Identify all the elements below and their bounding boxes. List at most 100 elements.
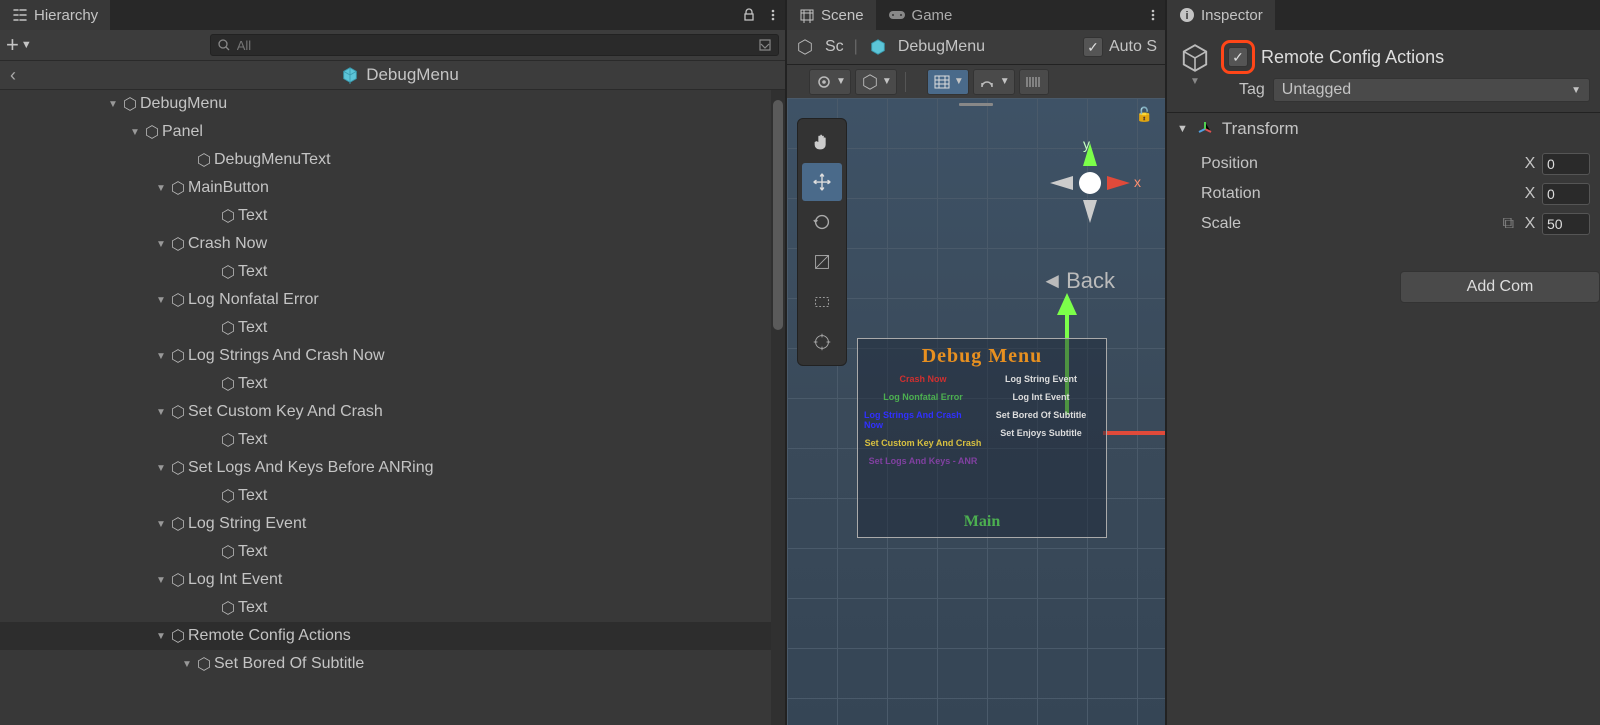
tree-label: MainButton	[188, 179, 269, 197]
game-tab-label: Game	[912, 7, 953, 24]
resize-handle-icon[interactable]	[959, 103, 993, 106]
auto-save-toggle[interactable]: ✓ Auto S	[1083, 37, 1157, 57]
scrollbar-thumb[interactable]	[773, 100, 783, 330]
debug-item[interactable]: Log Nonfatal Error	[883, 392, 963, 402]
scene-tab[interactable]: Scene	[787, 0, 876, 30]
expand-arrow-icon[interactable]	[154, 295, 168, 306]
menu-icon[interactable]	[761, 3, 785, 27]
tree-row[interactable]: Log Nonfatal Error	[0, 286, 785, 314]
expand-arrow-icon[interactable]	[154, 239, 168, 250]
tree-row[interactable]: Log String Event	[0, 510, 785, 538]
tree-row[interactable]: Panel	[0, 118, 785, 146]
hand-tool[interactable]	[802, 123, 842, 161]
tree-row[interactable]: Set Bored Of Subtitle	[0, 650, 785, 678]
rotate-tool[interactable]	[802, 203, 842, 241]
tree-row[interactable]: Text	[0, 370, 785, 398]
back-icon[interactable]: ‹	[10, 65, 16, 86]
dropdown-arrow-icon[interactable]: ▼	[1190, 76, 1200, 87]
lock-icon[interactable]: 🔓	[1136, 106, 1153, 123]
back-button[interactable]: ◄ Back	[1041, 268, 1115, 294]
dropdown-arrow-icon: ▼	[21, 39, 32, 51]
draw-mode-dropdown[interactable]: ▼	[809, 69, 851, 95]
tree-row[interactable]: Text	[0, 594, 785, 622]
scene-viewport[interactable]: 🔓 y x ◄ Back Debug	[787, 98, 1165, 725]
tree-label: Log Nonfatal Error	[188, 291, 319, 309]
tree-row[interactable]: Set Custom Key And Crash	[0, 398, 785, 426]
debug-main-button[interactable]: Main	[858, 513, 1106, 531]
tree-row[interactable]: Text	[0, 538, 785, 566]
transform-tool[interactable]	[802, 323, 842, 361]
orientation-gizmo[interactable]: y x	[1045, 138, 1135, 228]
expand-arrow-icon[interactable]	[180, 659, 194, 670]
tree-row[interactable]: DebugMenu	[0, 90, 785, 118]
expand-arrow-icon[interactable]	[154, 351, 168, 362]
tree-row[interactable]: MainButton	[0, 174, 785, 202]
hierarchy-tab[interactable]: Hierarchy	[0, 0, 110, 30]
debug-item[interactable]: Log String Event	[1005, 374, 1077, 384]
gameobject-name[interactable]: Remote Config Actions	[1261, 47, 1444, 68]
component-title: Transform	[1222, 119, 1299, 139]
debug-item[interactable]: Set Bored Of Subtitle	[996, 410, 1087, 420]
tree-row[interactable]: Set Logs And Keys Before ANRing	[0, 454, 785, 482]
cube-icon	[340, 65, 360, 85]
right-axis-line	[1103, 431, 1165, 435]
debug-item[interactable]: Log Strings And Crash Now	[864, 410, 982, 430]
expand-arrow-icon[interactable]	[154, 183, 168, 194]
tree-row[interactable]: Text	[0, 426, 785, 454]
debug-item[interactable]: Log Int Event	[1013, 392, 1070, 402]
search-input[interactable]	[237, 38, 752, 53]
expand-arrow-icon[interactable]	[154, 631, 168, 642]
menu-icon[interactable]	[1141, 3, 1165, 27]
grid-toggle[interactable]: ▼	[927, 69, 969, 95]
game-tab[interactable]: Game	[876, 0, 965, 30]
tag-value: Untagged	[1282, 81, 1351, 99]
tree-row[interactable]: Log Int Event	[0, 566, 785, 594]
misc-tool[interactable]	[1019, 69, 1049, 95]
tree-label: Crash Now	[188, 235, 267, 253]
hierarchy-search[interactable]	[210, 34, 779, 56]
tree-row[interactable]: Log Strings And Crash Now	[0, 342, 785, 370]
breadcrumb-item[interactable]: DebugMenu	[24, 65, 775, 85]
expand-arrow-icon[interactable]: ▼	[1177, 123, 1188, 135]
tree-row[interactable]: DebugMenuText	[0, 146, 785, 174]
tree-row[interactable]: Text	[0, 482, 785, 510]
snap-toggle[interactable]: ▼	[973, 69, 1015, 95]
tree-row[interactable]: Text	[0, 258, 785, 286]
tree-label: Text	[238, 487, 267, 505]
scale-tool[interactable]	[802, 243, 842, 281]
debug-item[interactable]: Set Custom Key And Crash	[865, 438, 982, 448]
render-mode-dropdown[interactable]: ▼	[855, 69, 897, 95]
component-header[interactable]: ▼ Transform	[1167, 113, 1600, 145]
expand-arrow-icon[interactable]	[106, 99, 120, 110]
rect-tool[interactable]	[802, 283, 842, 321]
lock-icon[interactable]	[737, 3, 761, 27]
tree-row[interactable]: Remote Config Actions	[0, 622, 785, 650]
scale-x-input[interactable]	[1542, 213, 1590, 235]
expand-arrow-icon[interactable]	[154, 575, 168, 586]
expand-arrow-icon[interactable]	[154, 519, 168, 530]
tree-row[interactable]: Crash Now	[0, 230, 785, 258]
expand-icon[interactable]	[758, 38, 772, 52]
position-x-input[interactable]	[1542, 153, 1590, 175]
inspector-tab[interactable]: i Inspector	[1167, 0, 1275, 30]
rotation-field: Rotation X	[1177, 179, 1590, 209]
scrollbar[interactable]	[771, 90, 785, 725]
expand-arrow-icon[interactable]	[154, 407, 168, 418]
breadcrumb: ‹ DebugMenu	[0, 60, 785, 90]
debug-menu-panel[interactable]: Debug Menu Crash Now Log Nonfatal Error …	[857, 338, 1107, 538]
tag-dropdown[interactable]: Untagged ▼	[1273, 78, 1590, 102]
create-dropdown[interactable]: + ▼	[6, 32, 32, 58]
tree-label: Set Bored Of Subtitle	[214, 655, 364, 673]
link-icon[interactable]: ⧉	[1503, 215, 1514, 233]
debug-item[interactable]: Set Enjoys Subtitle	[1000, 428, 1082, 438]
rotation-x-input[interactable]	[1542, 183, 1590, 205]
tree-row[interactable]: Text	[0, 202, 785, 230]
expand-arrow-icon[interactable]	[128, 127, 142, 138]
tree-row[interactable]: Text	[0, 314, 785, 342]
add-component-button[interactable]: Add Com	[1400, 271, 1600, 303]
debug-item[interactable]: Set Logs And Keys - ANR	[869, 456, 978, 466]
move-tool[interactable]	[802, 163, 842, 201]
enabled-checkbox[interactable]: ✓	[1228, 47, 1248, 67]
expand-arrow-icon[interactable]	[154, 463, 168, 474]
debug-item[interactable]: Crash Now	[899, 374, 946, 384]
